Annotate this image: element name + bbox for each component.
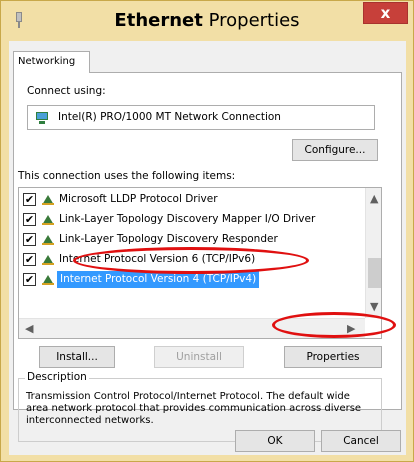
protocol-icon	[42, 275, 54, 285]
connect-using-label: Connect using:	[27, 85, 106, 97]
scroll-down-icon[interactable]: ▼	[370, 300, 378, 313]
configure-button[interactable]: Configure...	[292, 139, 378, 161]
checkbox[interactable]: ✔	[23, 273, 36, 286]
annotation-ellipse-properties	[272, 312, 396, 338]
description-text: Transmission Control Protocol/Internet P…	[26, 391, 362, 426]
list-item[interactable]: ✔ Link-Layer Topology Discovery Mapper I…	[19, 210, 347, 230]
annotation-ellipse-ipv4	[73, 247, 309, 274]
checkbox[interactable]: ✔	[23, 193, 36, 206]
adapter-box: Intel(R) PRO/1000 MT Network Connection	[27, 105, 375, 130]
tab-networking[interactable]: Networking	[13, 51, 90, 73]
description-legend: Description	[25, 371, 89, 383]
protocol-icon	[42, 235, 54, 245]
vertical-scrollbar[interactable]: ▲ ▼	[365, 188, 381, 318]
list-item[interactable]: ✔ Microsoft LLDP Protocol Driver	[19, 190, 347, 210]
window-title: Ethernet Properties	[114, 10, 300, 31]
networking-tab-panel: Connect using: Intel(R) PRO/1000 MT Netw…	[13, 72, 402, 442]
checkbox[interactable]: ✔	[23, 213, 36, 226]
cancel-button[interactable]: Cancel	[321, 430, 401, 452]
title-bar[interactable]: Ethernet Properties x	[1, 1, 413, 41]
close-button[interactable]: x	[363, 2, 408, 24]
protocol-icon	[42, 255, 54, 265]
item-label: Microsoft LLDP Protocol Driver	[59, 193, 218, 205]
adapter-name: Intel(R) PRO/1000 MT Network Connection	[58, 111, 281, 123]
uninstall-button[interactable]: Uninstall	[154, 346, 244, 368]
checkbox[interactable]: ✔	[23, 253, 36, 266]
scroll-up-icon[interactable]: ▲	[370, 192, 378, 205]
ethernet-properties-window: Ethernet Properties x Networking Connect…	[0, 0, 414, 462]
ok-button[interactable]: OK	[235, 430, 315, 452]
item-label: Internet Protocol Version 4 (TCP/IPv4)	[57, 271, 260, 288]
item-label: Link-Layer Topology Discovery Responder	[59, 233, 278, 245]
scroll-left-icon[interactable]: ◀	[25, 322, 33, 335]
checkbox[interactable]: ✔	[23, 233, 36, 246]
scroll-thumb[interactable]	[368, 258, 381, 288]
properties-button[interactable]: Properties	[284, 346, 382, 368]
install-button[interactable]: Install...	[39, 346, 115, 368]
item-label: Link-Layer Topology Discovery Mapper I/O…	[59, 213, 316, 225]
network-card-icon	[36, 112, 48, 124]
items-label: This connection uses the following items…	[18, 170, 236, 182]
protocol-icon	[42, 215, 54, 225]
protocol-icon	[42, 195, 54, 205]
